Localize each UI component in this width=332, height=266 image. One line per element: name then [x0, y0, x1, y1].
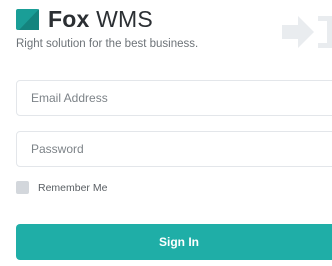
square-logo-icon	[16, 8, 39, 30]
brand-name-light: WMS	[96, 5, 153, 32]
email-field[interactable]	[16, 80, 332, 116]
remember-me-checkbox[interactable]	[16, 181, 29, 194]
sign-in-arrow-icon	[282, 16, 332, 48]
brand-name-bold: Fox	[48, 5, 90, 32]
brand-name: Fox WMS	[48, 6, 153, 33]
password-field[interactable]	[16, 131, 332, 167]
tagline: Right solution for the best business.	[16, 38, 199, 50]
remember-me-label: Remember Me	[38, 181, 108, 194]
brand-header: Fox WMS	[16, 6, 153, 32]
sign-in-button[interactable]: Sign In	[16, 224, 332, 260]
remember-me-row[interactable]: Remember Me	[16, 181, 107, 194]
